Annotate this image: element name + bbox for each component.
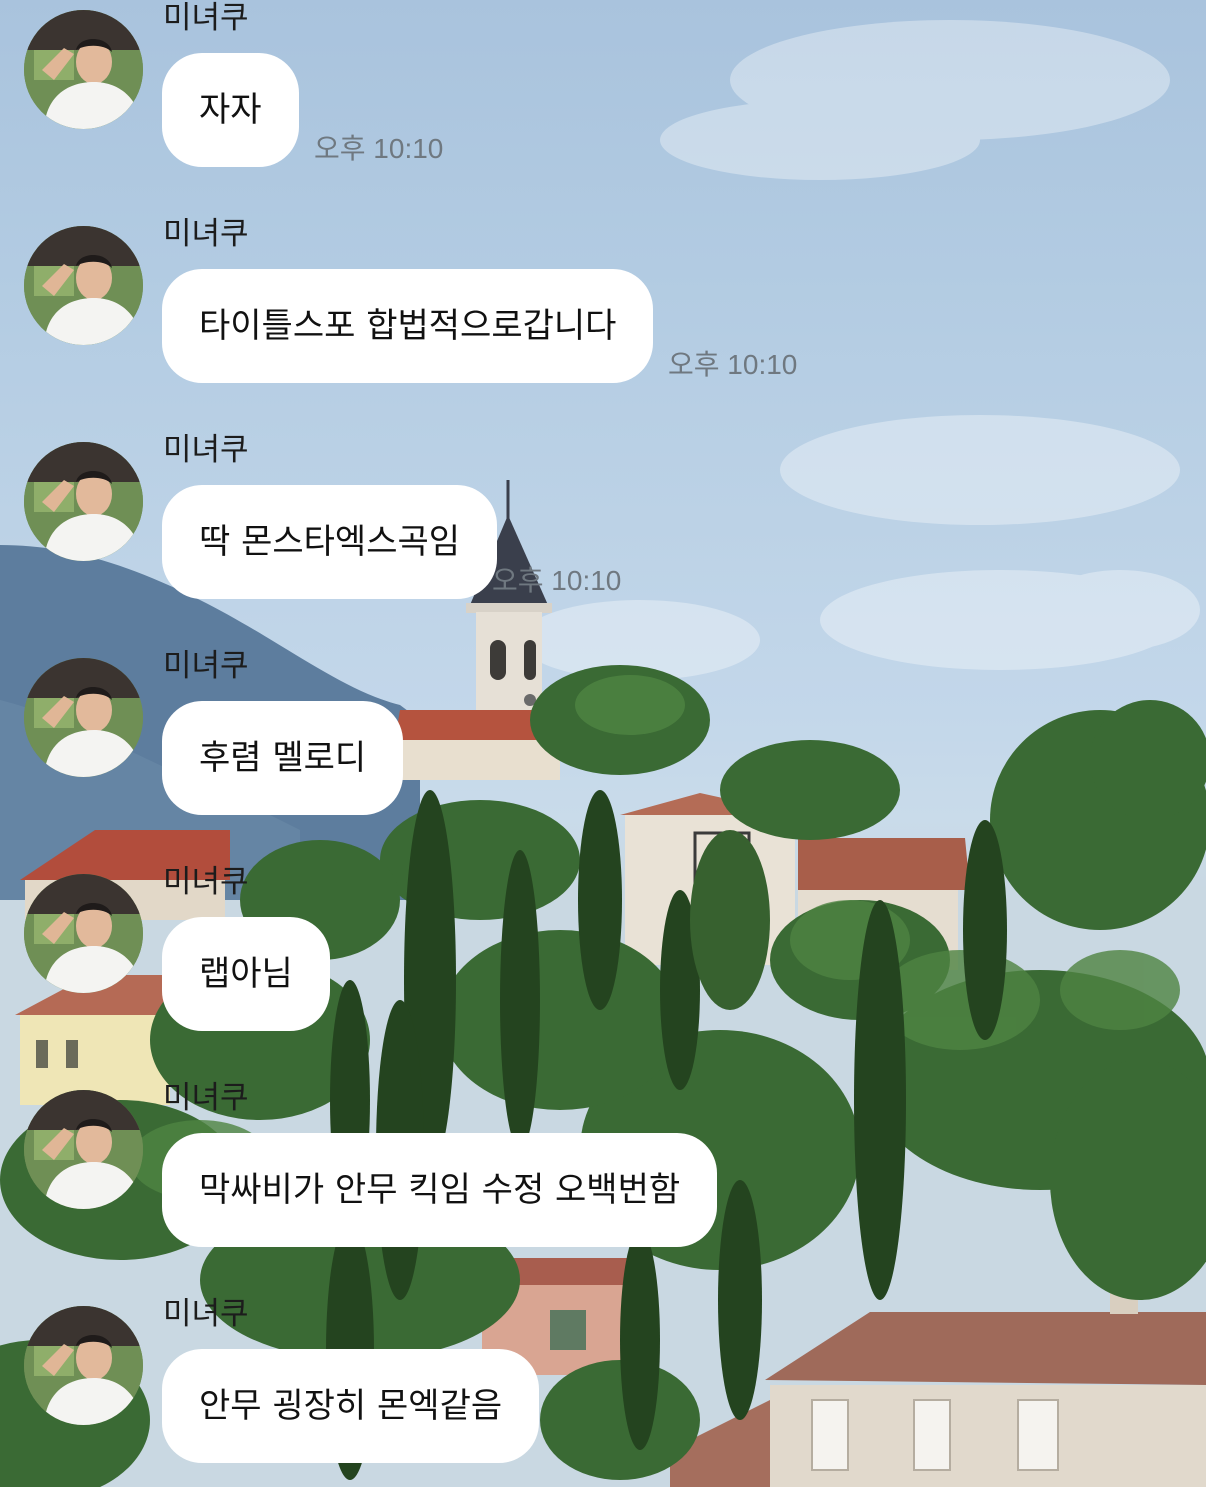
message-bubble[interactable]: 딱 몬스타엑스곡임 [162, 485, 498, 599]
profile-photo-icon [24, 10, 143, 129]
message-bubble[interactable]: 랩아님 [162, 917, 330, 1031]
sender-name: 미녀쿠 [163, 648, 249, 684]
profile-photo-icon [24, 1090, 143, 1209]
profile-photo-icon [24, 442, 143, 561]
avatar[interactable] [24, 1306, 143, 1425]
message-bubble[interactable]: 후렴 멜로디 [162, 701, 404, 815]
profile-photo-icon [24, 658, 143, 777]
sender-name: 미녀쿠 [163, 1296, 249, 1332]
chat-message: 미녀쿠 딱 몬스타엑스곡임 오후 10:10 [0, 432, 1206, 648]
message-timestamp: 오후 10:10 [492, 565, 622, 596]
avatar[interactable] [24, 226, 143, 345]
profile-photo-icon [24, 874, 143, 993]
sender-name: 미녀쿠 [163, 864, 249, 900]
sender-name: 미녀쿠 [163, 0, 249, 36]
chat-message: 미녀쿠 자자 오후 10:10 [0, 0, 1206, 216]
message-bubble[interactable]: 자자 [162, 53, 299, 167]
avatar[interactable] [24, 874, 143, 993]
sender-name: 미녀쿠 [163, 432, 249, 468]
profile-photo-icon [24, 1306, 143, 1425]
chat-message: 미녀쿠 타이틀스포 합법적으로갑니다 오후 10:10 [0, 216, 1206, 432]
sender-name: 미녀쿠 [163, 1080, 249, 1116]
profile-photo-icon [24, 226, 143, 345]
chat-message-list[interactable]: 미녀쿠 자자 오후 10:10 미녀쿠 타이틀스포 합법적으로갑니다 오후 10… [0, 0, 1206, 1487]
chat-message: 미녀쿠 막싸비가 안무 킥임 수정 오백번함 [0, 1080, 1206, 1296]
message-bubble[interactable]: 막싸비가 안무 킥임 수정 오백번함 [162, 1133, 718, 1247]
chat-message: 미녀쿠 안무 굉장히 몬엑같음 [0, 1296, 1206, 1512]
sender-name: 미녀쿠 [163, 216, 249, 252]
avatar[interactable] [24, 658, 143, 777]
avatar[interactable] [24, 442, 143, 561]
message-timestamp: 오후 10:10 [314, 133, 444, 164]
avatar[interactable] [24, 1090, 143, 1209]
message-bubble[interactable]: 안무 굉장히 몬엑같음 [162, 1349, 540, 1463]
chat-message: 미녀쿠 랩아님 [0, 864, 1206, 1080]
avatar[interactable] [24, 10, 143, 129]
chat-message: 미녀쿠 후렴 멜로디 [0, 648, 1206, 864]
message-timestamp: 오후 10:10 [668, 349, 798, 380]
message-bubble[interactable]: 타이틀스포 합법적으로갑니다 [162, 269, 654, 383]
